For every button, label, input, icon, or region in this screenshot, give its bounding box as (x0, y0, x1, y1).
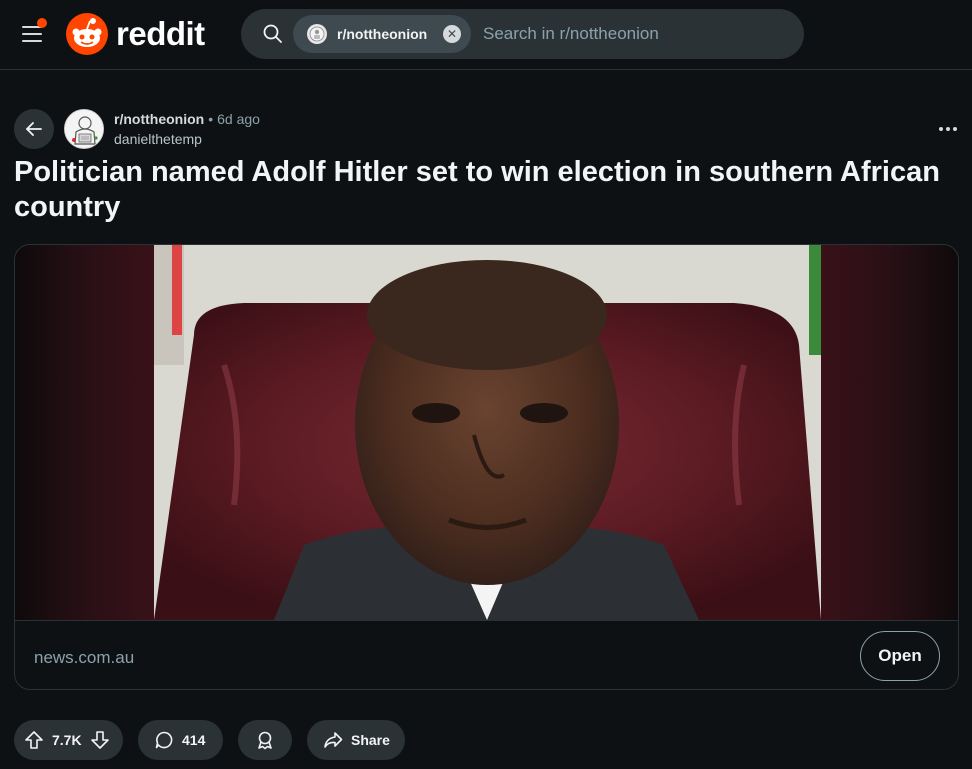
close-icon[interactable]: ✕ (443, 25, 461, 43)
reddit-snoo-icon (66, 13, 108, 55)
open-link-button[interactable]: Open (860, 631, 940, 681)
chip-label: r/nottheonion (337, 26, 428, 42)
post-age: 6d ago (217, 111, 260, 127)
link-footer: news.com.au Open (15, 620, 958, 689)
award-icon (258, 731, 272, 750)
post-meta: r/nottheonion • 6d ago (114, 111, 260, 127)
link-thumbnail[interactable] (15, 245, 958, 620)
subreddit-avatar[interactable] (64, 109, 104, 149)
back-button[interactable] (14, 109, 54, 149)
menu-icon (22, 26, 42, 42)
comment-count: 414 (182, 732, 206, 748)
search-input[interactable] (483, 22, 783, 46)
award-button[interactable] (238, 720, 292, 760)
search-icon (263, 24, 282, 43)
vote-control: 7.7K (14, 720, 123, 760)
meta-separator: • (208, 111, 214, 127)
link-domain[interactable]: news.com.au (34, 648, 134, 668)
comments-button[interactable]: 414 (138, 720, 223, 760)
search-bar[interactable]: r/nottheonion ✕ (241, 9, 804, 59)
more-horizontal-icon (939, 127, 943, 131)
share-icon (324, 732, 343, 748)
link-preview-card[interactable]: news.com.au Open (14, 244, 959, 690)
arrow-up-icon[interactable] (24, 730, 44, 750)
post-title: Politician named Adolf Hitler set to win… (14, 156, 940, 223)
vote-count: 7.7K (52, 732, 82, 748)
share-label: Share (351, 732, 390, 748)
more-options-button[interactable] (930, 116, 966, 142)
share-button[interactable]: Share (307, 720, 405, 760)
logo-wordmark: reddit (116, 15, 205, 52)
arrow-down-icon[interactable] (90, 730, 110, 750)
top-bar: reddit r/nottheonion ✕ (0, 0, 972, 70)
subreddit-link[interactable]: r/nottheonion (114, 111, 204, 127)
subreddit-avatar-icon (65, 110, 103, 148)
arrow-left-icon (26, 122, 42, 136)
subreddit-filter-chip[interactable]: r/nottheonion ✕ (293, 15, 471, 53)
author-link[interactable]: danielthetemp (114, 131, 202, 147)
comment-icon (155, 731, 173, 749)
thumbnail-image (154, 245, 821, 620)
reddit-logo[interactable]: reddit (66, 13, 205, 55)
subreddit-avatar-icon (307, 24, 327, 44)
